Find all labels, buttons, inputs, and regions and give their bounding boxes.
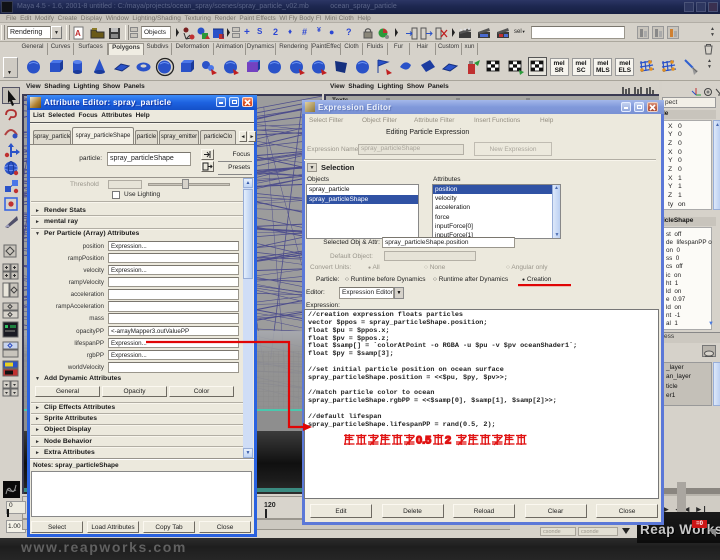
svg-text:A: A	[75, 29, 81, 38]
svg-text:0.5: 0.5	[416, 435, 431, 447]
svg-text:2: 2	[445, 435, 451, 447]
